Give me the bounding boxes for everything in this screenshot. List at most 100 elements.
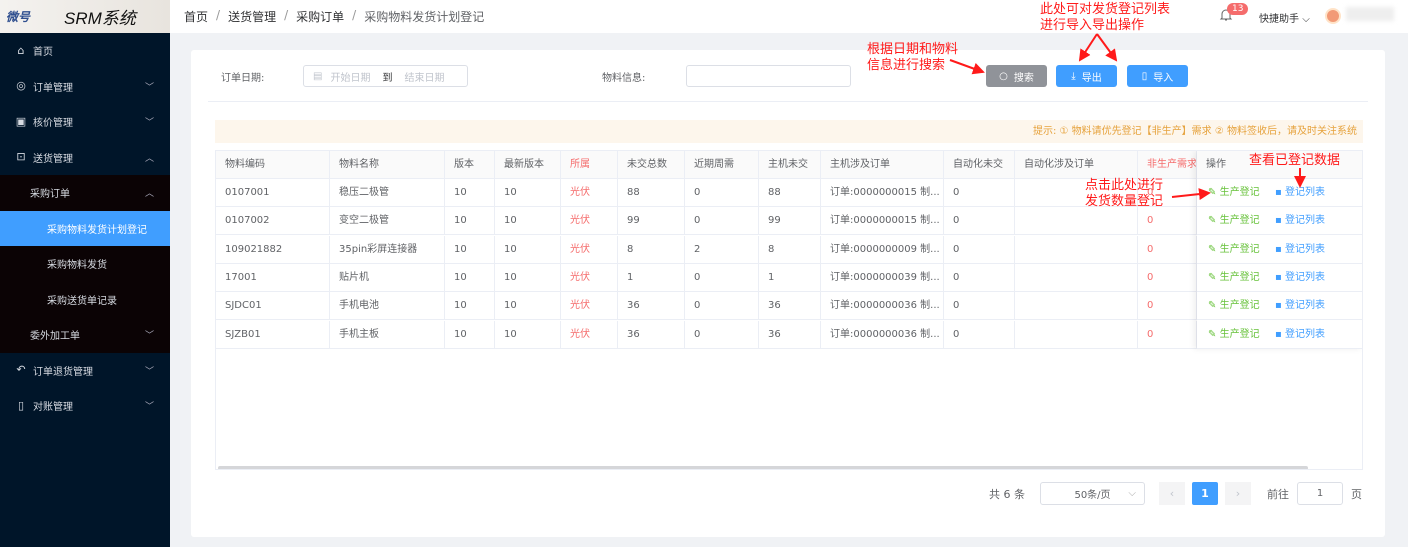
sidebar-item-delivery[interactable]: ⊡ 送货管理 ︿ xyxy=(0,140,170,176)
cell-host-orders: 订单:0000000009 制... xyxy=(821,235,944,264)
cell-material-code: 0107002 xyxy=(216,207,330,236)
cell-non-production-demand: 0 xyxy=(1138,235,1197,264)
notification-badge: 13 xyxy=(1227,3,1249,15)
column-header-non-production-demand: 非生产需求 xyxy=(1138,151,1197,179)
cell-non-production-demand: 0 xyxy=(1138,207,1197,236)
quick-helper-dropdown[interactable]: 快捷助手 ⌵ xyxy=(1259,10,1310,25)
search-label: 搜索 xyxy=(1013,72,1034,84)
cell-version: 10 xyxy=(445,235,495,264)
book-icon: ▯ xyxy=(17,398,25,412)
cell-non-production-demand: 0 xyxy=(1138,292,1197,321)
breadcrumb-purchase-order[interactable]: 采购订单 xyxy=(296,8,344,25)
cell-auto-undelivered: 0 xyxy=(944,235,1015,264)
sidebar-item-orders[interactable]: ◎ 订单管理 ﹀ xyxy=(0,69,170,105)
cell-latest-version: 10 xyxy=(495,179,561,207)
sidebar-item-material-delivery[interactable]: 采购物料发货 xyxy=(0,246,170,282)
fixed-actions-column xyxy=(1197,151,1362,349)
sidebar-item-returns[interactable]: ↶ 订单退货管理 ﹀ xyxy=(0,353,170,389)
prev-page-button[interactable]: ‹ xyxy=(1159,482,1185,505)
cell-belongs: 光伏 xyxy=(561,235,618,264)
cell-recent-weekly-demand: 0 xyxy=(685,320,759,349)
sidebar-item-purchase-order[interactable]: 采购订单 ︿ xyxy=(0,175,170,211)
cell-host-undelivered: 99 xyxy=(759,207,821,236)
cell-auto-undelivered: 0 xyxy=(944,263,1015,292)
cell-auto-orders xyxy=(1015,292,1138,321)
date-range-picker[interactable]: ▤ 开始日期 到 结束日期 xyxy=(303,65,468,87)
price-icon: ▣ xyxy=(15,114,27,128)
breadcrumb-delivery[interactable]: 送货管理 xyxy=(228,8,276,25)
horizontal-scrollbar[interactable] xyxy=(218,466,1308,469)
cell-material-name: 35pin彩屏连接器 xyxy=(330,235,445,264)
page-1-button[interactable]: 1 xyxy=(1192,482,1218,505)
column-header-belongs: 所属 xyxy=(561,151,618,179)
sidebar-item-reconciliation[interactable]: ▯ 对账管理 ﹀ xyxy=(0,388,170,424)
page-size-value: 50条/页 xyxy=(1074,490,1111,501)
avatar[interactable] xyxy=(1325,8,1341,24)
end-date-input[interactable]: 结束日期 xyxy=(404,69,444,84)
range-separator: 到 xyxy=(382,72,393,84)
sidebar-item-delivery-records[interactable]: 采购送货单记录 xyxy=(0,282,170,318)
data-table: 物料编码 物料名称 版本 最新版本 所属 未交总数 近期周需 主机未交 主机涉及订单 自动化未交自… xyxy=(215,150,1363,470)
cell-version: 10 xyxy=(445,292,495,321)
cell-undelivered-total: 99 xyxy=(618,207,685,236)
cell-recent-weekly-demand: 0 xyxy=(685,292,759,321)
sidebar-label: 采购物料发货计划登记 xyxy=(47,224,147,236)
next-page-button[interactable]: › xyxy=(1225,482,1251,505)
chevron-up-icon: ︿ xyxy=(144,189,154,200)
cell-version: 10 xyxy=(445,263,495,292)
sidebar-label: 核价管理 xyxy=(33,118,73,130)
start-date-input[interactable]: 开始日期 xyxy=(330,69,370,84)
material-info-label: 物料信息: xyxy=(602,73,646,84)
sidebar-item-pricing[interactable]: ▣ 核价管理 ﹀ xyxy=(0,104,170,140)
cell-host-undelivered: 1 xyxy=(759,263,821,292)
chevron-down-icon: ⌵ xyxy=(1128,488,1136,499)
cell-material-name: 手机主板 xyxy=(330,320,445,349)
table-row: 109021882 35pin彩屏连接器 10 10 光伏 8 2 8 订单:000000000… xyxy=(216,235,1362,264)
column-header-undelivered-total: 未交总数 xyxy=(618,151,685,179)
cell-belongs: 光伏 xyxy=(561,292,618,321)
cell-host-orders: 订单:0000000015 制... xyxy=(821,207,944,236)
sidebar-label: 订单管理 xyxy=(33,82,73,94)
search-icon: ○ xyxy=(999,70,1008,82)
breadcrumb-home[interactable]: 首页 xyxy=(184,8,208,25)
goto-page-input[interactable]: 1 xyxy=(1297,482,1343,505)
cell-host-orders: 订单:0000000015 制... xyxy=(821,179,944,207)
breadcrumb: 首页 / 送货管理 / 采购订单 / 采购物料发货计划登记 xyxy=(184,8,485,25)
sidebar-item-home[interactable]: ⌂ 首页 xyxy=(0,33,170,69)
cell-auto-undelivered: 0 xyxy=(944,207,1015,236)
cell-auto-orders xyxy=(1015,263,1138,292)
table-row: SJDC01 手机电池 10 10 光伏 36 0 36 订单:0000000036 制... 0… xyxy=(216,292,1362,321)
cell-material-code: 109021882 xyxy=(216,235,330,264)
logo: 微号 SRM系统 xyxy=(0,0,170,33)
material-info-input[interactable] xyxy=(686,65,851,87)
sidebar-item-plan-register[interactable]: 采购物料发货计划登记 xyxy=(0,210,170,246)
cell-undelivered-total: 88 xyxy=(618,179,685,207)
annotation-view-list: 查看已登记数据 xyxy=(1249,153,1341,168)
cell-latest-version: 10 xyxy=(495,207,561,236)
cell-host-orders: 订单:0000000036 制... xyxy=(821,292,944,321)
order-date-label: 订单日期: xyxy=(221,73,265,84)
export-label: 导出 xyxy=(1081,72,1102,84)
export-button[interactable]: ⤓ 导出 xyxy=(1056,65,1117,87)
cell-host-undelivered: 36 xyxy=(759,320,821,349)
column-header-host-undelivered: 主机未交 xyxy=(759,151,821,179)
cell-belongs: 光伏 xyxy=(561,207,618,236)
page-size-select[interactable]: 50条/页 ⌵ xyxy=(1040,482,1145,505)
cell-auto-undelivered: 0 xyxy=(944,179,1015,207)
cell-host-orders: 订单:0000000039 制... xyxy=(821,263,944,292)
table-row: SJZB01 手机主板 10 10 光伏 36 0 36 订单:0000000036 制... 0… xyxy=(216,320,1362,349)
column-header-material-name: 物料名称 xyxy=(330,151,445,179)
search-button[interactable]: ○ 搜索 xyxy=(986,65,1047,87)
import-button[interactable]: ▯ 导入 xyxy=(1127,65,1188,87)
cell-material-name: 变空二极管 xyxy=(330,207,445,236)
sidebar-label: 采购订单 xyxy=(30,189,70,201)
table-row: 0107001 稳压二极管 10 10 光伏 88 0 88 订单:0000000015 制..… xyxy=(216,179,1362,207)
brand-logo: 微号 xyxy=(6,10,31,24)
cell-recent-weekly-demand: 0 xyxy=(685,207,759,236)
annotation-search: 根据日期和物料 信息进行搜索 xyxy=(867,42,959,73)
delivery-submenu: 采购订单 ︿ 采购物料发货计划登记 采购物料发货 采购送货单记录 委外加工单 ﹀ xyxy=(0,175,170,353)
cell-auto-orders xyxy=(1015,235,1138,264)
sidebar-item-outsourcing[interactable]: 委外加工单 ﹀ xyxy=(0,317,170,353)
download-icon: ⤓ xyxy=(1071,70,1076,82)
cell-belongs: 光伏 xyxy=(561,320,618,349)
